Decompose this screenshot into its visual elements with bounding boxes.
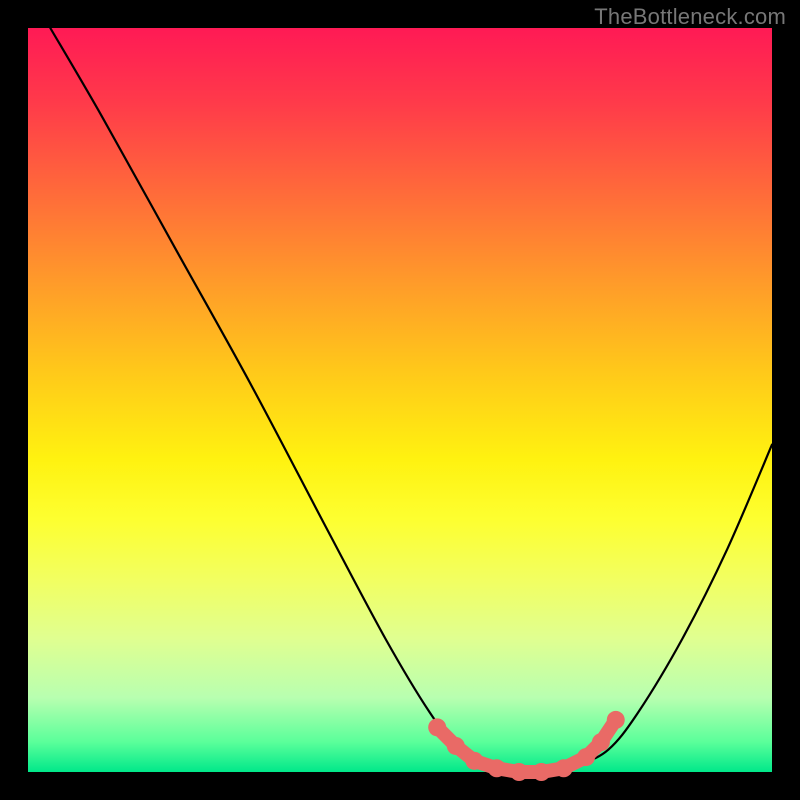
optimal-point-marker (447, 737, 465, 755)
optimal-point-marker (607, 711, 625, 729)
optimal-range-markers (428, 711, 625, 781)
optimal-point-marker (465, 752, 483, 770)
optimal-point-marker (532, 763, 550, 781)
optimal-point-marker (428, 718, 446, 736)
optimal-point-marker (555, 759, 573, 777)
chart-area (28, 28, 772, 772)
optimal-point-marker (577, 748, 595, 766)
optimal-point-marker (510, 763, 528, 781)
bottleneck-plot (28, 28, 772, 772)
optimal-point-marker (488, 759, 506, 777)
optimal-point-marker (592, 733, 610, 751)
bottleneck-curve (50, 28, 772, 773)
watermark-text: TheBottleneck.com (594, 4, 786, 30)
